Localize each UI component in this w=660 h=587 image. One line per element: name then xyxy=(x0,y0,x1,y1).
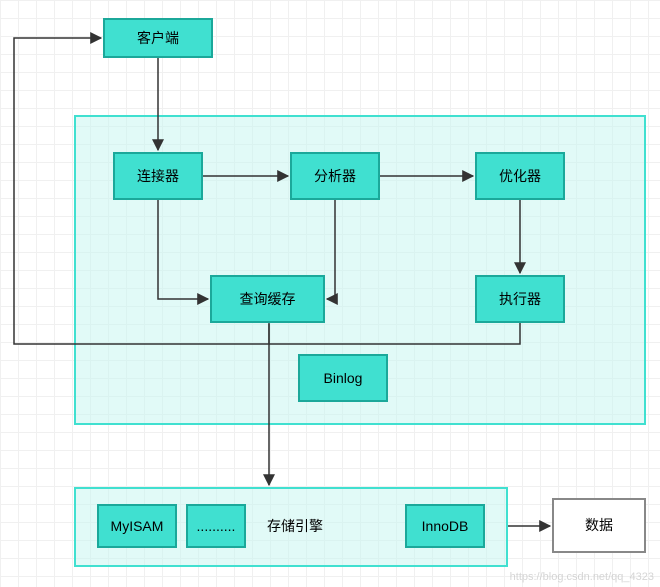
node-myisam-label: MyISAM xyxy=(111,518,164,535)
node-analyzer: 分析器 xyxy=(290,152,380,200)
node-binlog: Binlog xyxy=(298,354,388,402)
node-data: 数据 xyxy=(552,498,646,553)
node-optimizer: 优化器 xyxy=(475,152,565,200)
node-query-cache: 查询缓存 xyxy=(210,275,325,323)
node-query-cache-label: 查询缓存 xyxy=(240,291,296,308)
node-executor: 执行器 xyxy=(475,275,565,323)
node-client-label: 客户端 xyxy=(137,30,179,47)
watermark-text: https://blog.csdn.net/qq_4323 xyxy=(510,571,654,583)
node-client: 客户端 xyxy=(103,18,213,58)
node-ellipsis-label: .......... xyxy=(197,518,236,535)
node-storage-engine-label: 存储引擎 xyxy=(267,518,323,535)
node-storage-engine: 存储引擎 xyxy=(240,510,350,542)
node-innodb-label: InnoDB xyxy=(422,518,469,535)
node-executor-label: 执行器 xyxy=(499,291,541,308)
node-binlog-label: Binlog xyxy=(324,370,363,387)
node-ellipsis: .......... xyxy=(186,504,246,548)
node-analyzer-label: 分析器 xyxy=(314,168,356,185)
node-optimizer-label: 优化器 xyxy=(499,168,541,185)
node-innodb: InnoDB xyxy=(405,504,485,548)
node-data-label: 数据 xyxy=(585,517,613,534)
watermark: https://blog.csdn.net/qq_4323 xyxy=(510,571,654,583)
node-connector: 连接器 xyxy=(113,152,203,200)
node-myisam: MyISAM xyxy=(97,504,177,548)
node-connector-label: 连接器 xyxy=(137,168,179,185)
